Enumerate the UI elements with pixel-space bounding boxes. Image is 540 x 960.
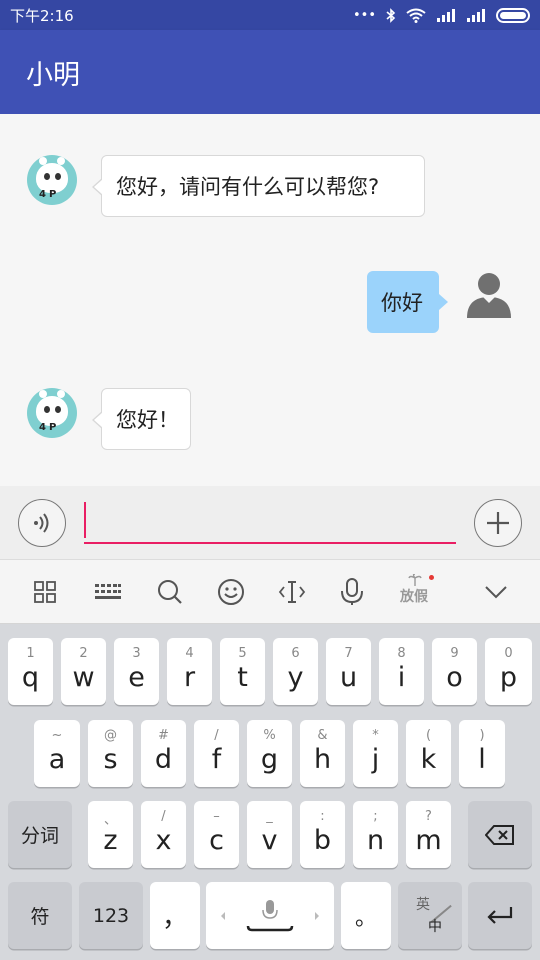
- status-icons: •••: [352, 7, 530, 23]
- number-key[interactable]: 123: [79, 882, 143, 949]
- key-v[interactable]: _ v: [247, 801, 292, 868]
- enter-key[interactable]: [468, 882, 532, 949]
- language-switch-key[interactable]: 英 中: [398, 882, 462, 949]
- text-cursor-icon: [278, 581, 306, 603]
- soft-keyboard: 1q 2w 3e 4r 5t 6y 7u 8i 9o 0p ~ a @ s # d /…: [0, 624, 540, 960]
- bot-avatar[interactable]: 4P: [27, 388, 77, 438]
- search-icon: [158, 580, 182, 604]
- key-b[interactable]: :b: [300, 801, 345, 868]
- keyboard-toolbar: 放假: [0, 560, 540, 624]
- comma-key[interactable]: ，: [150, 882, 200, 949]
- segment-key[interactable]: 分词: [8, 801, 72, 868]
- key-h[interactable]: & h: [300, 720, 345, 787]
- enter-icon: [487, 906, 513, 924]
- input-bar: [0, 486, 540, 560]
- backspace-key[interactable]: [468, 801, 532, 868]
- key-d[interactable]: # d: [141, 720, 186, 787]
- holiday-theme-button[interactable]: 放假: [396, 574, 436, 610]
- wifi-icon: [406, 8, 426, 23]
- bluetooth-icon: [386, 7, 396, 23]
- signal-icon-2: [467, 9, 485, 22]
- space-mic-icon: [221, 899, 319, 931]
- key-x[interactable]: / x: [141, 801, 186, 868]
- voice-input-button[interactable]: [334, 574, 370, 610]
- space-key[interactable]: [206, 882, 334, 949]
- key-t[interactable]: 5t: [220, 638, 265, 705]
- status-bar: 下午2:16 •••: [0, 0, 540, 30]
- key-w[interactable]: 2w: [61, 638, 106, 705]
- keyboard-layout-button[interactable]: [90, 574, 126, 610]
- key-f[interactable]: / f: [194, 720, 239, 787]
- palm-tree-icon: [408, 574, 422, 586]
- status-time: 下午2:16: [10, 6, 74, 25]
- search-button[interactable]: [152, 574, 188, 610]
- avatar-mark-icon: 4P: [39, 422, 60, 433]
- text-caret: [84, 502, 86, 538]
- bot-avatar[interactable]: 4P: [27, 155, 77, 205]
- cursor-move-button[interactable]: [274, 574, 310, 610]
- key-q[interactable]: 1q: [8, 638, 53, 705]
- emoji-button[interactable]: [213, 574, 249, 610]
- message-input[interactable]: [84, 500, 456, 544]
- grid-menu-button[interactable]: [27, 574, 63, 610]
- app-bar: 小明: [0, 30, 540, 114]
- message-bubble[interactable]: 你好: [367, 271, 448, 333]
- key-i[interactable]: 8i: [379, 638, 424, 705]
- backspace-icon: [485, 824, 514, 845]
- message-text: 您好，请问有什么可以帮您?: [116, 175, 380, 199]
- notification-dot-icon: [429, 575, 434, 580]
- key-l[interactable]: ) l: [459, 720, 505, 787]
- key-r[interactable]: 4r: [167, 638, 212, 705]
- signal-icon: [437, 9, 455, 22]
- message-text: 您好！: [116, 408, 179, 432]
- voice-wave-icon: [34, 513, 49, 533]
- key-g[interactable]: % g: [247, 720, 292, 787]
- key-m[interactable]: ? m: [406, 801, 451, 868]
- symbol-key[interactable]: 符: [8, 882, 72, 949]
- user-avatar-icon[interactable]: [466, 271, 512, 319]
- collapse-keyboard-button[interactable]: [478, 574, 514, 610]
- keyboard-icon: [95, 584, 121, 599]
- screen: 下午2:16 ••• 小明 4P 您好，请问有什么可以帮您? 你好 4P 您好！…: [0, 0, 540, 960]
- avatar-mark-icon: 4P: [39, 189, 60, 200]
- key-n[interactable]: ; n: [353, 801, 398, 868]
- battery-icon: [496, 7, 530, 23]
- plus-icon: [487, 512, 509, 534]
- microphone-icon: [341, 578, 363, 605]
- key-u[interactable]: 7u: [326, 638, 371, 705]
- key-j[interactable]: * j: [353, 720, 398, 787]
- add-button[interactable]: [474, 499, 522, 547]
- message-bubble[interactable]: 您好！: [92, 388, 191, 450]
- page-title: 小明: [26, 59, 80, 91]
- period-key[interactable]: 。: [341, 882, 391, 949]
- more-dots-icon: •••: [352, 7, 376, 23]
- key-y[interactable]: 6y: [273, 638, 318, 705]
- holiday-label: 放假: [400, 589, 428, 605]
- chat-area[interactable]: 4P 您好，请问有什么可以帮您? 你好 4P 您好！: [0, 114, 540, 486]
- voice-button[interactable]: [18, 499, 66, 547]
- chevron-down-icon: [485, 586, 507, 599]
- emoji-icon: [218, 579, 244, 605]
- key-s[interactable]: @ s: [88, 720, 133, 787]
- key-p[interactable]: 0p: [485, 638, 532, 705]
- message-bubble[interactable]: 您好，请问有什么可以帮您?: [92, 155, 425, 217]
- message-text: 你好: [381, 291, 423, 315]
- key-z[interactable]: 、 z: [88, 801, 133, 868]
- key-k[interactable]: (k: [406, 720, 451, 787]
- key-e[interactable]: 3e: [114, 638, 159, 705]
- grid-icon: [34, 581, 56, 603]
- key-a[interactable]: ~ a: [34, 720, 80, 787]
- key-o[interactable]: 9o: [432, 638, 477, 705]
- key-c[interactable]: – c: [194, 801, 239, 868]
